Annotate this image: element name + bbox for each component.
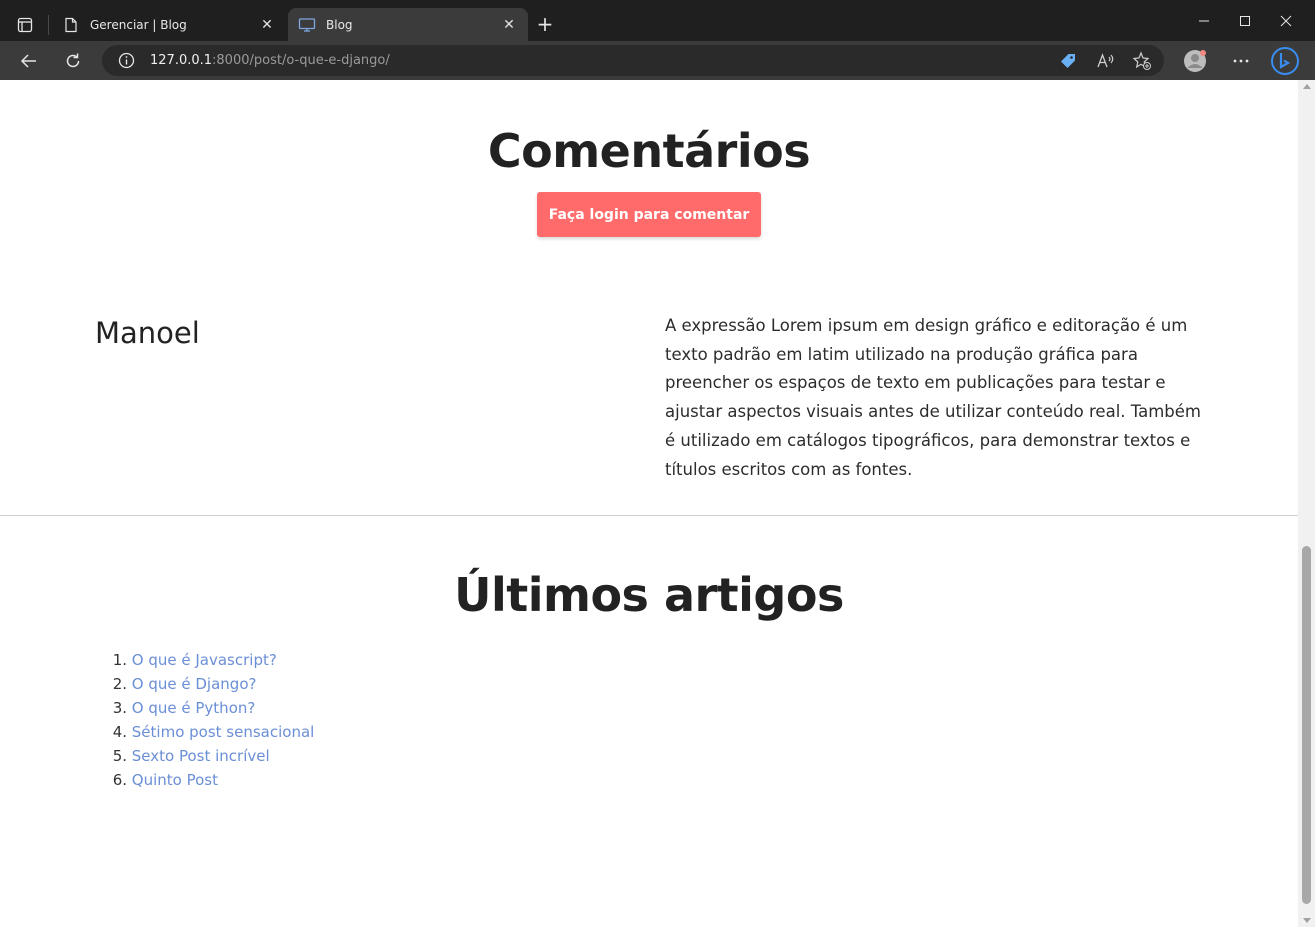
tab-title: Gerenciar | Blog bbox=[90, 17, 187, 32]
article-link[interactable]: Quinto Post bbox=[132, 771, 218, 789]
list-number: 3. bbox=[112, 699, 127, 717]
url-path: :8000/post/o-que-e-django/ bbox=[212, 53, 390, 68]
scroll-up-arrow-icon[interactable] bbox=[1303, 84, 1311, 89]
latest-articles-heading: Últimos artigos bbox=[454, 568, 844, 622]
comment-author: Manoel bbox=[95, 316, 200, 350]
price-tag-icon[interactable] bbox=[1058, 51, 1078, 71]
new-tab-icon[interactable]: + bbox=[534, 12, 556, 36]
article-link[interactable]: Sétimo post sensacional bbox=[132, 723, 315, 741]
list-number: 6. bbox=[112, 771, 127, 789]
scrollbar-thumb[interactable] bbox=[1302, 546, 1311, 904]
reload-icon[interactable] bbox=[58, 46, 88, 76]
url-text: 127.0.0.1:8000/post/o-que-e-django/ bbox=[150, 53, 390, 68]
article-link[interactable]: O que é Javascript? bbox=[132, 651, 277, 669]
scroll-down-arrow-icon[interactable] bbox=[1303, 918, 1311, 923]
list-item: 5. Sexto Post incrível bbox=[95, 744, 314, 768]
read-aloud-icon[interactable] bbox=[1096, 51, 1116, 71]
list-number: 5. bbox=[112, 747, 127, 765]
tab-gerenciar[interactable]: Gerenciar | Blog ✕ bbox=[52, 8, 286, 41]
page-viewport: Comentários Faça login para comentar Man… bbox=[0, 80, 1315, 927]
list-item: 3. O que é Python? bbox=[95, 696, 314, 720]
list-item: 1. O que é Javascript? bbox=[95, 648, 314, 672]
section-divider bbox=[0, 515, 1298, 516]
minimize-icon[interactable] bbox=[1182, 6, 1226, 36]
more-options-icon[interactable] bbox=[1226, 46, 1256, 76]
list-item: 6. Quinto Post bbox=[95, 768, 314, 792]
close-icon[interactable]: ✕ bbox=[258, 16, 276, 34]
info-icon[interactable] bbox=[118, 52, 135, 69]
tab-actions-icon[interactable] bbox=[10, 10, 40, 40]
list-number: 4. bbox=[112, 723, 127, 741]
article-link[interactable]: O que é Python? bbox=[132, 699, 256, 717]
list-item: 4. Sétimo post sensacional bbox=[95, 720, 315, 744]
window-close-icon[interactable] bbox=[1264, 6, 1308, 36]
add-favorite-icon[interactable] bbox=[1132, 51, 1152, 71]
browser-titlebar: Gerenciar | Blog ✕ Blog ✕ + bbox=[0, 0, 1315, 41]
latest-articles-list: 1. O que é Javascript? 2. O que é Django… bbox=[95, 648, 315, 792]
list-item: 2. O que é Django? bbox=[95, 672, 314, 696]
list-number: 2. bbox=[112, 675, 127, 693]
url-host: 127.0.0.1 bbox=[150, 53, 213, 68]
address-bar[interactable]: 127.0.0.1:8000/post/o-que-e-django/ bbox=[102, 45, 1164, 76]
tab-blog[interactable]: Blog ✕ bbox=[288, 8, 528, 41]
article-link[interactable]: O que é Django? bbox=[132, 675, 257, 693]
back-arrow-icon[interactable] bbox=[14, 46, 44, 76]
tab-title: Blog bbox=[326, 17, 353, 32]
close-icon[interactable]: ✕ bbox=[500, 16, 518, 34]
comments-heading: Comentários bbox=[487, 124, 811, 178]
tab-separator bbox=[48, 15, 49, 35]
monitor-icon bbox=[298, 16, 316, 34]
profile-avatar-icon[interactable] bbox=[1180, 46, 1210, 76]
list-number: 1. bbox=[112, 651, 127, 669]
login-to-comment-button[interactable]: Faça login para comentar bbox=[537, 192, 761, 237]
maximize-icon[interactable] bbox=[1223, 6, 1267, 36]
bing-copilot-icon[interactable] bbox=[1270, 46, 1300, 76]
browser-toolbar: 127.0.0.1:8000/post/o-que-e-django/ bbox=[0, 41, 1315, 80]
comment-text: A expressão Lorem ipsum em design gráfic… bbox=[665, 316, 1201, 479]
vertical-scrollbar[interactable] bbox=[1298, 80, 1315, 927]
article-link[interactable]: Sexto Post incrível bbox=[132, 747, 270, 765]
page-icon bbox=[62, 16, 80, 34]
